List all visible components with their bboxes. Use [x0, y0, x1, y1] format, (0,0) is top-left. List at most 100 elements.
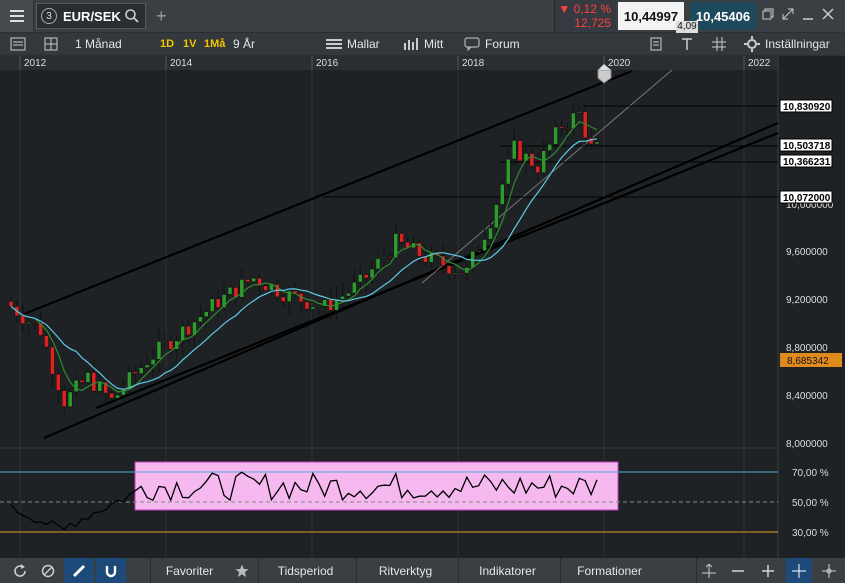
scale-fit-icon[interactable]: [696, 558, 720, 583]
candle-body: [32, 322, 38, 324]
zoom-in-icon[interactable]: [756, 558, 780, 583]
pencil-icon[interactable]: [64, 558, 94, 583]
magnet-icon[interactable]: [96, 558, 126, 583]
crosshair-grid-icon[interactable]: [712, 33, 726, 55]
expand-icon[interactable]: [782, 8, 794, 20]
timeframe-select[interactable]: 1 Månad: [75, 33, 122, 55]
candle-body: [73, 379, 79, 393]
hamburger-icon: [9, 10, 24, 22]
candle-body: [505, 158, 511, 185]
period-button[interactable]: Tidsperiod: [258, 558, 352, 583]
current-price-marker: 8,685342: [780, 353, 842, 367]
candle-body: [79, 379, 85, 383]
price-label-10503718: 10,503718: [779, 138, 833, 152]
candle-body: [381, 257, 387, 259]
zoom-out-icon[interactable]: [726, 558, 750, 583]
candle-body: [85, 372, 91, 383]
candle-body: [399, 233, 405, 243]
candle-body: [446, 265, 452, 275]
svg-text:8,685342: 8,685342: [787, 356, 829, 367]
timeframe-1m-button[interactable]: 1Må: [204, 33, 225, 55]
rsi-label-30: 30,00 %: [792, 528, 829, 539]
menu-button[interactable]: [0, 0, 34, 32]
price-label-10366231: 10,366231: [779, 154, 833, 168]
timeframe-1d-button[interactable]: 1D: [160, 33, 174, 55]
candle-body: [304, 301, 310, 310]
timeframe-1y-button[interactable]: 1V: [183, 33, 196, 55]
ask-price-button[interactable]: 10,45406: [690, 2, 756, 30]
candle-body: [186, 325, 191, 336]
no-drawing-icon[interactable]: [36, 558, 60, 583]
templates-button[interactable]: Mallar: [326, 33, 380, 55]
chat-icon: [464, 37, 480, 51]
forum-button[interactable]: Forum: [464, 33, 520, 55]
candle-body: [458, 272, 464, 275]
minimize-icon[interactable]: [802, 8, 814, 20]
candle-body: [26, 322, 32, 325]
price-label-10830920: 10,830920: [779, 99, 833, 113]
candle-body: [351, 281, 357, 294]
candle-body: [209, 298, 215, 312]
add-tab-icon[interactable]: +: [156, 6, 167, 27]
favorites-button[interactable]: Favoriter: [150, 558, 228, 583]
grid-layout-icon[interactable]: [44, 33, 58, 55]
x-tick-2018: 2018: [462, 58, 485, 69]
candle-body: [126, 371, 132, 390]
mine-button[interactable]: Mitt: [403, 33, 443, 55]
candle-body: [20, 315, 26, 325]
drawing-tools-button[interactable]: Ritverktyg: [356, 558, 454, 583]
candle-body: [328, 299, 334, 311]
refresh-icon[interactable]: [8, 558, 32, 583]
candle-body: [541, 150, 547, 174]
cursor-icon[interactable]: [816, 558, 842, 583]
price-axis: [778, 56, 845, 558]
indicators-button[interactable]: Indikatorer: [458, 558, 556, 583]
bars-icon: [404, 38, 418, 50]
candle-body: [452, 272, 458, 275]
candle-body: [535, 165, 541, 174]
candle-body: [115, 394, 120, 399]
price-chart[interactable]: 2012 2014 2016 2018 2020 2022 8,000000 8…: [0, 56, 845, 558]
y-tick-8400: 8,400000: [786, 391, 828, 402]
candle-body: [511, 140, 517, 160]
close-icon[interactable]: [822, 8, 834, 20]
range-select[interactable]: 9 År: [233, 33, 255, 55]
candle-body: [594, 141, 600, 145]
candle-body: [227, 286, 233, 295]
bid-price-button[interactable]: 10,44997: [618, 2, 684, 30]
candle-body: [346, 292, 351, 297]
star-icon[interactable]: [230, 558, 254, 583]
candle-body: [215, 298, 221, 309]
svg-text:10,830920: 10,830920: [783, 102, 831, 113]
candle-body: [144, 364, 150, 368]
candle-body: [340, 295, 345, 300]
candle-body: [553, 126, 558, 145]
candle-body: [138, 367, 144, 374]
mine-label: Mitt: [424, 37, 444, 51]
candle-body: [588, 137, 594, 145]
search-icon[interactable]: [124, 8, 140, 24]
change-percent: ▼ 0,12 %: [558, 2, 611, 16]
gear-icon: [744, 36, 760, 52]
candle-body: [375, 258, 381, 270]
candle-body: [363, 274, 369, 279]
candle-body: [61, 390, 67, 408]
candle-body: [50, 346, 55, 375]
templates-label: Mallar: [347, 37, 380, 51]
templates-icon: [326, 39, 342, 49]
text-tool-icon[interactable]: [680, 33, 694, 55]
rsi-label-70: 70,00 %: [792, 468, 829, 479]
candle-body: [476, 250, 482, 253]
settings-button[interactable]: Inställningar: [744, 33, 830, 55]
candle-body: [316, 305, 322, 308]
window-restore-icon[interactable]: [762, 8, 774, 20]
settings-label: Inställningar: [765, 37, 830, 51]
candle-body: [168, 340, 174, 350]
layout-icon[interactable]: [10, 33, 26, 55]
document-icon[interactable]: [650, 33, 662, 55]
candle-body: [97, 381, 103, 392]
chart-area[interactable]: 2012 2014 2016 2018 2020 2022 8,000000 8…: [0, 56, 845, 558]
crosshair-icon[interactable]: [786, 558, 812, 583]
formations-button[interactable]: Formationer: [560, 558, 658, 583]
candle-body: [203, 311, 209, 318]
